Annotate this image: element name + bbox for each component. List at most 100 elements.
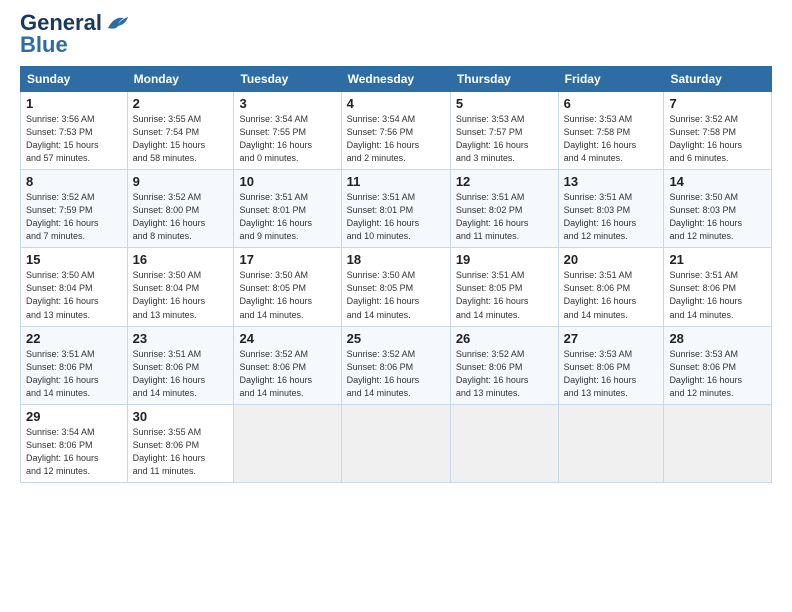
calendar-cell: 21 Sunrise: 3:51 AM Sunset: 8:06 PM Dayli… xyxy=(664,248,772,326)
day-number: 3 xyxy=(239,96,335,111)
day-number: 15 xyxy=(26,252,122,267)
day-number: 14 xyxy=(669,174,766,189)
day-number: 8 xyxy=(26,174,122,189)
day-info: Sunrise: 3:53 AM Sunset: 7:58 PM Dayligh… xyxy=(564,113,659,165)
day-info: Sunrise: 3:52 AM Sunset: 8:06 PM Dayligh… xyxy=(239,348,335,400)
day-number: 10 xyxy=(239,174,335,189)
calendar-cell xyxy=(234,404,341,482)
day-number: 19 xyxy=(456,252,553,267)
day-number: 16 xyxy=(133,252,229,267)
day-info: Sunrise: 3:53 AM Sunset: 7:57 PM Dayligh… xyxy=(456,113,553,165)
day-number: 1 xyxy=(26,96,122,111)
logo-blue: Blue xyxy=(20,32,68,58)
calendar-cell: 22Sunrise: 3:51 AM Sunset: 8:06 PM Dayli… xyxy=(21,326,128,404)
day-number: 21 xyxy=(669,252,766,267)
day-number: 9 xyxy=(133,174,229,189)
calendar-cell: 13 Sunrise: 3:51 AM Sunset: 8:03 PM Dayli… xyxy=(558,170,664,248)
calendar-cell: 3 Sunrise: 3:54 AM Sunset: 7:55 PM Daylig… xyxy=(234,92,341,170)
weekday-header-tuesday: Tuesday xyxy=(234,67,341,92)
day-info: Sunrise: 3:55 AM Sunset: 8:06 PM Dayligh… xyxy=(133,426,229,478)
weekday-header-thursday: Thursday xyxy=(450,67,558,92)
calendar-cell: 16 Sunrise: 3:50 AM Sunset: 8:04 PM Dayli… xyxy=(127,248,234,326)
calendar-cell: 6 Sunrise: 3:53 AM Sunset: 7:58 PM Daylig… xyxy=(558,92,664,170)
calendar-page: General Blue SundayMondayTuesdayWednesda… xyxy=(0,0,792,493)
day-info: Sunrise: 3:54 AM Sunset: 7:55 PM Dayligh… xyxy=(239,113,335,165)
day-number: 6 xyxy=(564,96,659,111)
weekday-header-wednesday: Wednesday xyxy=(341,67,450,92)
weekday-header-friday: Friday xyxy=(558,67,664,92)
calendar-week-row: 1 Sunrise: 3:56 AM Sunset: 7:53 PM Daylig… xyxy=(21,92,772,170)
day-info: Sunrise: 3:50 AM Sunset: 8:05 PM Dayligh… xyxy=(347,269,445,321)
day-number: 13 xyxy=(564,174,659,189)
calendar-cell: 20 Sunrise: 3:51 AM Sunset: 8:06 PM Dayli… xyxy=(558,248,664,326)
calendar-cell: 27Sunrise: 3:53 AM Sunset: 8:06 PM Dayli… xyxy=(558,326,664,404)
day-info: Sunrise: 3:51 AM Sunset: 8:01 PM Dayligh… xyxy=(239,191,335,243)
calendar-cell: 17Sunrise: 3:50 AM Sunset: 8:05 PM Dayli… xyxy=(234,248,341,326)
day-number: 11 xyxy=(347,174,445,189)
calendar-cell: 11 Sunrise: 3:51 AM Sunset: 8:01 PM Dayli… xyxy=(341,170,450,248)
day-info: Sunrise: 3:51 AM Sunset: 8:01 PM Dayligh… xyxy=(347,191,445,243)
calendar-cell: 1 Sunrise: 3:56 AM Sunset: 7:53 PM Daylig… xyxy=(21,92,128,170)
day-number: 5 xyxy=(456,96,553,111)
calendar-cell: 29 Sunrise: 3:54 AM Sunset: 8:06 PM Dayli… xyxy=(21,404,128,482)
day-number: 29 xyxy=(26,409,122,424)
day-number: 17 xyxy=(239,252,335,267)
weekday-header-saturday: Saturday xyxy=(664,67,772,92)
day-info: Sunrise: 3:51 AM Sunset: 8:02 PM Dayligh… xyxy=(456,191,553,243)
calendar-cell: 12 Sunrise: 3:51 AM Sunset: 8:02 PM Dayli… xyxy=(450,170,558,248)
calendar-cell: 10 Sunrise: 3:51 AM Sunset: 8:01 PM Dayli… xyxy=(234,170,341,248)
day-number: 26 xyxy=(456,331,553,346)
day-info: Sunrise: 3:54 AM Sunset: 8:06 PM Dayligh… xyxy=(26,426,122,478)
weekday-header-monday: Monday xyxy=(127,67,234,92)
calendar-cell: 24Sunrise: 3:52 AM Sunset: 8:06 PM Dayli… xyxy=(234,326,341,404)
day-info: Sunrise: 3:53 AM Sunset: 8:06 PM Dayligh… xyxy=(669,348,766,400)
logo-bird-icon xyxy=(106,14,128,32)
day-info: Sunrise: 3:51 AM Sunset: 8:03 PM Dayligh… xyxy=(564,191,659,243)
calendar-cell: 5 Sunrise: 3:53 AM Sunset: 7:57 PM Daylig… xyxy=(450,92,558,170)
calendar-cell: 7 Sunrise: 3:52 AM Sunset: 7:58 PM Daylig… xyxy=(664,92,772,170)
calendar-cell: 30Sunrise: 3:55 AM Sunset: 8:06 PM Dayli… xyxy=(127,404,234,482)
calendar-cell xyxy=(664,404,772,482)
day-number: 23 xyxy=(133,331,229,346)
day-info: Sunrise: 3:50 AM Sunset: 8:04 PM Dayligh… xyxy=(133,269,229,321)
day-number: 2 xyxy=(133,96,229,111)
calendar-cell: 23 Sunrise: 3:51 AM Sunset: 8:06 PM Dayli… xyxy=(127,326,234,404)
calendar-week-row: 29 Sunrise: 3:54 AM Sunset: 8:06 PM Dayli… xyxy=(21,404,772,482)
day-info: Sunrise: 3:54 AM Sunset: 7:56 PM Dayligh… xyxy=(347,113,445,165)
day-number: 22 xyxy=(26,331,122,346)
calendar-cell: 26 Sunrise: 3:52 AM Sunset: 8:06 PM Dayli… xyxy=(450,326,558,404)
calendar-cell: 4Sunrise: 3:54 AM Sunset: 7:56 PM Daylig… xyxy=(341,92,450,170)
day-info: Sunrise: 3:52 AM Sunset: 8:06 PM Dayligh… xyxy=(347,348,445,400)
calendar-cell: 8 Sunrise: 3:52 AM Sunset: 7:59 PM Daylig… xyxy=(21,170,128,248)
calendar-week-row: 15 Sunrise: 3:50 AM Sunset: 8:04 PM Dayli… xyxy=(21,248,772,326)
calendar-cell xyxy=(558,404,664,482)
weekday-header-row: SundayMondayTuesdayWednesdayThursdayFrid… xyxy=(21,67,772,92)
calendar-cell xyxy=(341,404,450,482)
day-info: Sunrise: 3:51 AM Sunset: 8:06 PM Dayligh… xyxy=(133,348,229,400)
day-number: 12 xyxy=(456,174,553,189)
calendar-week-row: 22 Sunrise: 3:51 AM Sunset: 8:06 PM Dayli… xyxy=(21,326,772,404)
day-info: Sunrise: 3:50 AM Sunset: 8:03 PM Dayligh… xyxy=(669,191,766,243)
day-info: Sunrise: 3:53 AM Sunset: 8:06 PM Dayligh… xyxy=(564,348,659,400)
day-info: Sunrise: 3:50 AM Sunset: 8:04 PM Dayligh… xyxy=(26,269,122,321)
calendar-cell xyxy=(450,404,558,482)
calendar-table: SundayMondayTuesdayWednesdayThursdayFrid… xyxy=(20,66,772,483)
calendar-cell: 19 Sunrise: 3:51 AM Sunset: 8:05 PM Dayli… xyxy=(450,248,558,326)
day-info: Sunrise: 3:51 AM Sunset: 8:06 PM Dayligh… xyxy=(564,269,659,321)
day-number: 7 xyxy=(669,96,766,111)
calendar-cell: 25 Sunrise: 3:52 AM Sunset: 8:06 PM Dayli… xyxy=(341,326,450,404)
day-info: Sunrise: 3:52 AM Sunset: 8:00 PM Dayligh… xyxy=(133,191,229,243)
day-info: Sunrise: 3:52 AM Sunset: 7:58 PM Dayligh… xyxy=(669,113,766,165)
calendar-week-row: 8 Sunrise: 3:52 AM Sunset: 7:59 PM Daylig… xyxy=(21,170,772,248)
calendar-cell: 18Sunrise: 3:50 AM Sunset: 8:05 PM Dayli… xyxy=(341,248,450,326)
calendar-cell: 14 Sunrise: 3:50 AM Sunset: 8:03 PM Dayli… xyxy=(664,170,772,248)
day-info: Sunrise: 3:51 AM Sunset: 8:06 PM Dayligh… xyxy=(669,269,766,321)
day-info: Sunrise: 3:55 AM Sunset: 7:54 PM Dayligh… xyxy=(133,113,229,165)
logo: General Blue xyxy=(20,10,128,58)
day-number: 20 xyxy=(564,252,659,267)
day-info: Sunrise: 3:52 AM Sunset: 8:06 PM Dayligh… xyxy=(456,348,553,400)
day-info: Sunrise: 3:51 AM Sunset: 8:05 PM Dayligh… xyxy=(456,269,553,321)
day-number: 25 xyxy=(347,331,445,346)
day-info: Sunrise: 3:56 AM Sunset: 7:53 PM Dayligh… xyxy=(26,113,122,165)
day-info: Sunrise: 3:52 AM Sunset: 7:59 PM Dayligh… xyxy=(26,191,122,243)
